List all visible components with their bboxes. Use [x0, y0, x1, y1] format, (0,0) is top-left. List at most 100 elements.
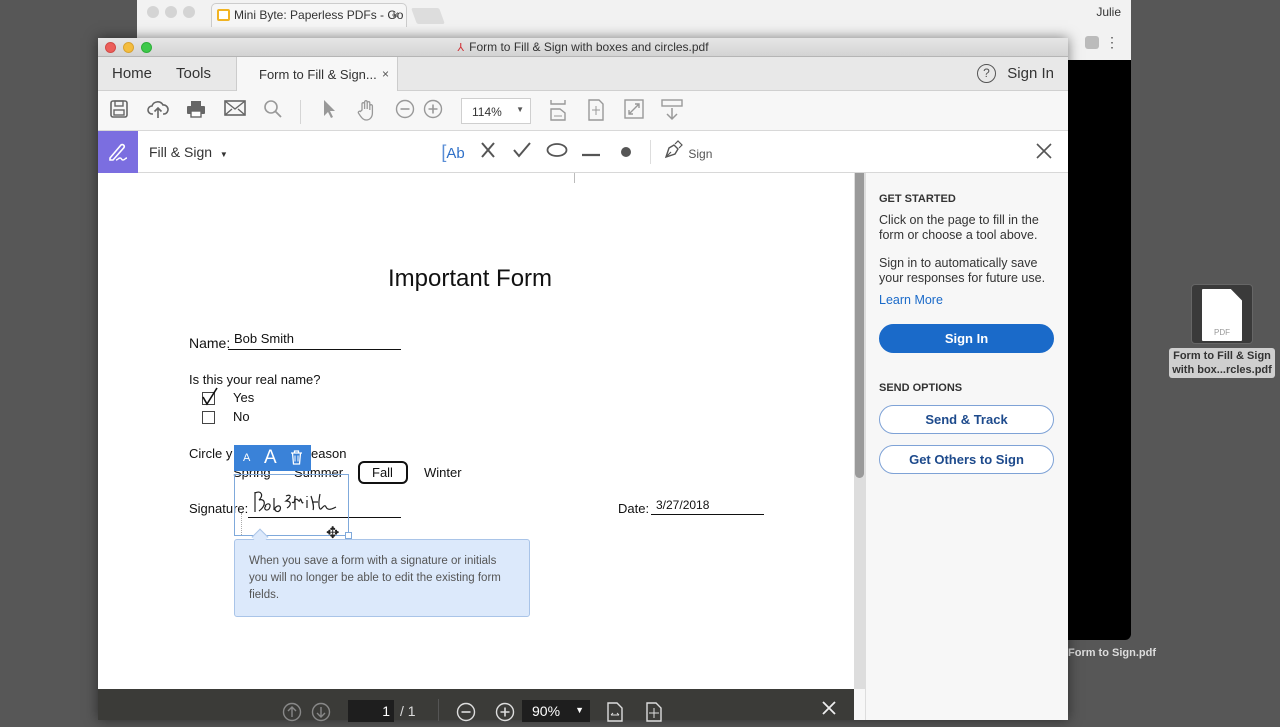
browser-zoom-button[interactable]: [183, 6, 195, 18]
close-document-tab-icon[interactable]: ×: [382, 67, 389, 81]
resize-handle[interactable]: [345, 532, 352, 539]
browser-user-name[interactable]: Julie: [1096, 5, 1121, 19]
signature-warning-tooltip: When you save a form with a signature or…: [234, 539, 530, 617]
signature-edit-toolbar: A A: [234, 445, 311, 471]
next-page-icon[interactable]: [311, 702, 331, 727]
name-underline: [228, 349, 401, 350]
desktop-file-form-to-sign[interactable]: Form to Sign.pdf: [1068, 647, 1156, 659]
tab-tools[interactable]: Tools: [176, 65, 211, 82]
no-checkbox[interactable]: [202, 411, 215, 424]
zoom-in-icon[interactable]: [495, 702, 515, 727]
fill-sign-pen-icon: [98, 131, 138, 173]
dot-tool-icon[interactable]: [616, 140, 636, 164]
browser-minimize-button[interactable]: [165, 6, 177, 18]
window-title: Form to Fill & Sign with boxes and circl…: [469, 40, 709, 54]
bottom-zoom-value: 90%: [532, 703, 561, 719]
sign-in-button[interactable]: Sign In: [879, 324, 1054, 353]
caret-down-icon: ▼: [219, 150, 228, 159]
close-tab-icon[interactable]: ×: [392, 8, 399, 22]
get-others-to-sign-button[interactable]: Get Others to Sign: [879, 445, 1054, 474]
date-field[interactable]: 3/27/2018: [656, 498, 709, 512]
bar-divider: [438, 699, 439, 721]
file-label-line1: Form to Fill & Sign: [1173, 350, 1271, 362]
page-number-input[interactable]: 1: [348, 700, 394, 722]
fit-page-icon[interactable]: [646, 702, 662, 727]
save-icon[interactable]: [107, 99, 131, 123]
toolbar-divider: [650, 140, 651, 164]
zoom-level-select[interactable]: 114% ▼: [461, 98, 531, 124]
fullscreen-icon[interactable]: [622, 99, 646, 123]
desktop-file-form-fill-sign[interactable]: PDF Form to Fill & Sign with box...rcles…: [1168, 284, 1276, 378]
increase-size-button[interactable]: A: [264, 447, 277, 469]
file-label-line2: with box...rcles.pdf: [1172, 364, 1272, 376]
acrobat-window: ⅄ Form to Fill & Sign with boxes and circ…: [98, 38, 1068, 722]
add-text-label: Ab: [446, 145, 465, 162]
no-label: No: [233, 409, 250, 424]
fill-sign-label: Fill & Sign: [149, 144, 213, 160]
browser-close-button[interactable]: [147, 6, 159, 18]
search-icon[interactable]: [261, 99, 285, 123]
season-question-end: eason: [311, 446, 347, 461]
new-tab-button[interactable]: [411, 8, 445, 24]
get-started-heading: GET STARTED: [879, 193, 956, 205]
bottom-zoom-select[interactable]: 90% ▼: [522, 700, 590, 722]
browser-menu-icon[interactable]: ⋮: [1105, 34, 1119, 51]
read-mode-icon[interactable]: [660, 99, 684, 123]
cross-mark-tool-icon[interactable]: [478, 140, 498, 164]
sign-tool-button[interactable]: Sign: [663, 140, 715, 164]
hand-tool-icon[interactable]: [355, 99, 379, 123]
fit-width-icon[interactable]: [607, 702, 623, 727]
document-tab-label: Form to Fill & Sign...: [259, 67, 377, 82]
upload-cloud-icon[interactable]: [146, 99, 170, 123]
email-icon[interactable]: [223, 99, 247, 123]
window-titlebar: ⅄ Form to Fill & Sign with boxes and circ…: [98, 38, 1068, 57]
date-underline: [651, 514, 764, 515]
add-text-tool[interactable]: [Ab: [440, 140, 466, 164]
delete-icon[interactable]: [290, 450, 303, 470]
circle-tool-icon[interactable]: [545, 140, 569, 164]
slides-favicon-icon: [217, 9, 230, 21]
tab-bar: Home Tools Form to Fill & Sign... × ? Si…: [98, 57, 1068, 92]
print-icon[interactable]: [184, 99, 208, 123]
background-window: [1068, 60, 1131, 640]
zoom-level-value: 114%: [472, 105, 502, 119]
scrollbar-thumb[interactable]: [855, 173, 864, 478]
name-field[interactable]: Bob Smith: [234, 331, 294, 346]
learn-more-link[interactable]: Learn More: [879, 293, 1064, 308]
season-fall: Fall: [372, 465, 393, 480]
zoom-out-icon[interactable]: [456, 702, 476, 727]
tab-home[interactable]: Home: [112, 65, 152, 82]
help-icon[interactable]: ?: [977, 64, 996, 83]
right-panel: GET STARTED Click on the page to fill in…: [865, 173, 1068, 720]
checkmark-icon: [202, 387, 218, 406]
real-name-question: Is this your real name?: [189, 372, 321, 387]
pdf-page[interactable]: Important Form Name: Bob Smith Is this y…: [98, 173, 854, 689]
fill-sign-toolbar: Fill & Sign ▼ [Ab Sign: [98, 131, 1068, 173]
zoom-in-icon[interactable]: [421, 99, 445, 123]
zoom-out-icon[interactable]: [393, 99, 417, 123]
send-track-button[interactable]: Send & Track: [879, 405, 1054, 434]
page-navigation-bar: 1 / 1 90% ▼: [98, 689, 854, 722]
extension-icon[interactable]: [1085, 36, 1099, 49]
previous-page-icon[interactable]: [282, 702, 302, 727]
name-label: Name:: [189, 335, 231, 351]
select-cursor-icon[interactable]: [317, 99, 341, 123]
main-toolbar: 114% ▼: [98, 91, 1068, 131]
chevron-down-icon: ▼: [516, 105, 524, 114]
season-question-start: Circle y: [189, 446, 233, 461]
close-fill-sign-icon[interactable]: [1036, 139, 1052, 165]
sign-tool-label: Sign: [688, 147, 713, 161]
close-bar-icon[interactable]: [822, 701, 836, 720]
sign-in-info-text: Sign in to automatically save your respo…: [879, 256, 1046, 285]
sign-in-link[interactable]: Sign In: [1007, 65, 1054, 82]
scroll-mode-icon[interactable]: [546, 99, 570, 123]
tab-document[interactable]: Form to Fill & Sign... ×: [236, 57, 398, 92]
checkmark-tool-icon[interactable]: [511, 140, 533, 164]
line-tool-icon[interactable]: [580, 140, 602, 164]
decrease-size-button[interactable]: A: [243, 452, 250, 464]
browser-tab[interactable]: Mini Byte: Paperless PDFs - Go ×: [211, 3, 407, 27]
vertical-scrollbar[interactable]: [854, 173, 865, 689]
page-total: / 1: [400, 703, 416, 719]
fill-sign-menu[interactable]: Fill & Sign ▼: [149, 144, 228, 160]
fit-page-icon[interactable]: [584, 99, 608, 123]
